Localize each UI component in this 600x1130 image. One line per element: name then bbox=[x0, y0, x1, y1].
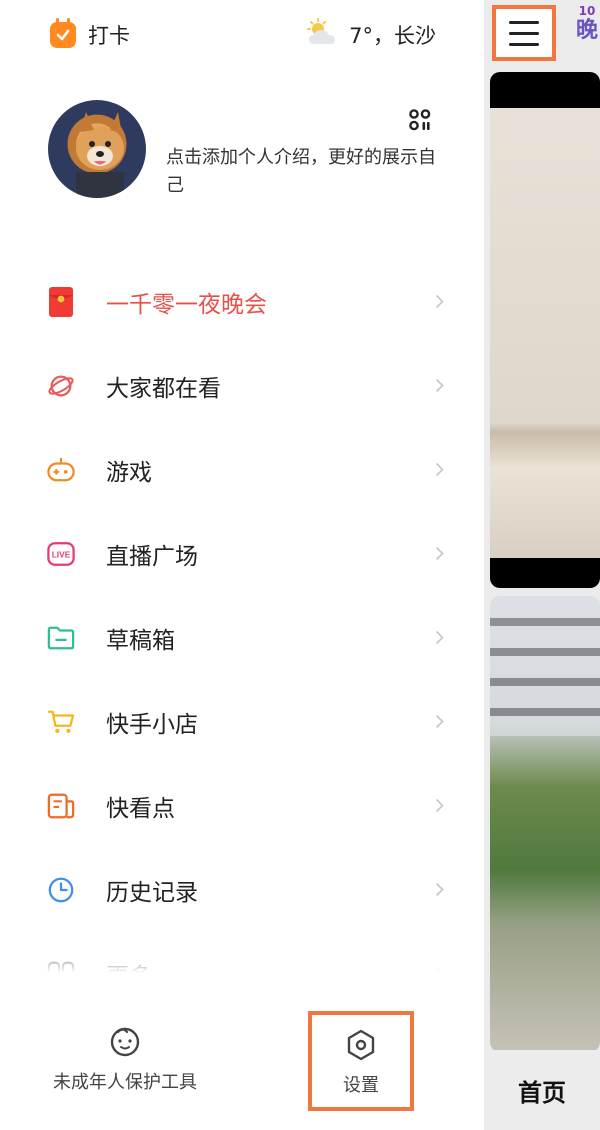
menu-item-kuaikandian[interactable]: 快看点 bbox=[0, 764, 484, 848]
menu-item-games[interactable]: 游戏 bbox=[0, 428, 484, 512]
qr-code-icon[interactable] bbox=[408, 108, 432, 132]
drawer-top-bar: 打卡 7°，长沙 bbox=[0, 0, 484, 70]
teen-protection-label: 未成年人保护工具 bbox=[53, 1072, 197, 1093]
live-icon: LIVE bbox=[47, 540, 75, 568]
avatar[interactable] bbox=[48, 100, 146, 198]
checkin-label: 打卡 bbox=[88, 24, 130, 48]
checkin-button[interactable]: 打卡 bbox=[50, 18, 130, 50]
chevron-right-icon bbox=[435, 378, 444, 393]
event-badge-number: 10 bbox=[578, 4, 596, 18]
menu-item-shop[interactable]: 快手小店 bbox=[0, 680, 484, 764]
menu-item-live[interactable]: LIVE 直播广场 bbox=[0, 512, 484, 596]
profile-section: 点击添加个人介绍，更好的展示自己 bbox=[48, 100, 448, 210]
red-envelope-icon bbox=[47, 287, 75, 317]
profile-bio[interactable]: 点击添加个人介绍，更好的展示自己 bbox=[166, 144, 436, 200]
live-badge-text: LIVE bbox=[52, 550, 71, 560]
checkin-icon bbox=[50, 18, 76, 48]
menu-item-more[interactable]: 更多 bbox=[0, 932, 484, 1016]
shopping-cart-icon bbox=[47, 708, 75, 736]
video-thumbnail bbox=[490, 596, 600, 736]
side-drawer: 打卡 7°，长沙 点击添加个人介绍，更好的展示自己 一千零一夜晚会 大家都在看 … bbox=[0, 0, 484, 1130]
menu-item-label: 更多 bbox=[106, 964, 152, 990]
feed-video-card[interactable] bbox=[490, 72, 600, 588]
more-icon bbox=[47, 960, 75, 988]
menu-item-label: 快看点 bbox=[106, 796, 175, 822]
chevron-right-icon bbox=[435, 462, 444, 477]
hamburger-line bbox=[509, 20, 539, 24]
partly-cloudy-icon bbox=[305, 18, 339, 52]
hamburger-line bbox=[509, 42, 539, 46]
menu-item-label: 草稿箱 bbox=[106, 628, 175, 654]
menu-item-label: 一千零一夜晚会 bbox=[106, 292, 267, 318]
chevron-right-icon bbox=[435, 798, 444, 813]
hamburger-line bbox=[509, 31, 539, 35]
event-badge[interactable]: 10 晚 bbox=[572, 4, 600, 44]
drawer-menu: 一千零一夜晚会 大家都在看 游戏 LIVE 直播广场 草稿箱 快手小店 快看点 … bbox=[0, 260, 484, 1016]
planet-icon bbox=[47, 372, 75, 400]
chevron-right-icon bbox=[435, 966, 444, 981]
video-thumbnail bbox=[490, 108, 600, 558]
chevron-right-icon bbox=[435, 882, 444, 897]
chevron-right-icon bbox=[435, 714, 444, 729]
menu-item-trending[interactable]: 大家都在看 bbox=[0, 344, 484, 428]
child-face-icon bbox=[110, 1027, 140, 1057]
weather-label: 7°，长沙 bbox=[349, 24, 436, 48]
tab-home[interactable]: 首页 bbox=[484, 1050, 600, 1130]
menu-item-history[interactable]: 历史记录 bbox=[0, 848, 484, 932]
gamepad-icon bbox=[47, 456, 75, 484]
chevron-right-icon bbox=[435, 294, 444, 309]
hamburger-menu-button[interactable] bbox=[492, 5, 556, 61]
feed-video-card[interactable] bbox=[490, 596, 600, 1052]
news-icon bbox=[47, 792, 75, 820]
chevron-right-icon bbox=[435, 546, 444, 561]
menu-item-label: 大家都在看 bbox=[106, 376, 221, 402]
main-feed-peek: 10 晚 首页 bbox=[484, 0, 600, 1130]
event-badge-char: 晚 bbox=[575, 18, 598, 43]
weather-widget[interactable]: 7°，长沙 bbox=[305, 18, 436, 52]
clock-icon bbox=[47, 876, 75, 904]
settings-button[interactable]: 设置 bbox=[308, 1011, 414, 1111]
settings-label: 设置 bbox=[343, 1075, 379, 1096]
folder-icon bbox=[47, 624, 75, 652]
menu-item-gala[interactable]: 一千零一夜晚会 bbox=[0, 260, 484, 344]
menu-item-label: 直播广场 bbox=[106, 544, 198, 570]
menu-item-label: 历史记录 bbox=[106, 880, 198, 906]
drawer-bottom-bar: 未成年人保护工具 设置 bbox=[0, 1008, 484, 1130]
chevron-right-icon bbox=[435, 630, 444, 645]
settings-hexagon-icon bbox=[347, 1029, 375, 1061]
menu-item-label: 游戏 bbox=[106, 460, 152, 486]
menu-item-drafts[interactable]: 草稿箱 bbox=[0, 596, 484, 680]
menu-item-label: 快手小店 bbox=[106, 712, 198, 738]
teen-protection-button[interactable]: 未成年人保护工具 bbox=[30, 1024, 220, 1104]
